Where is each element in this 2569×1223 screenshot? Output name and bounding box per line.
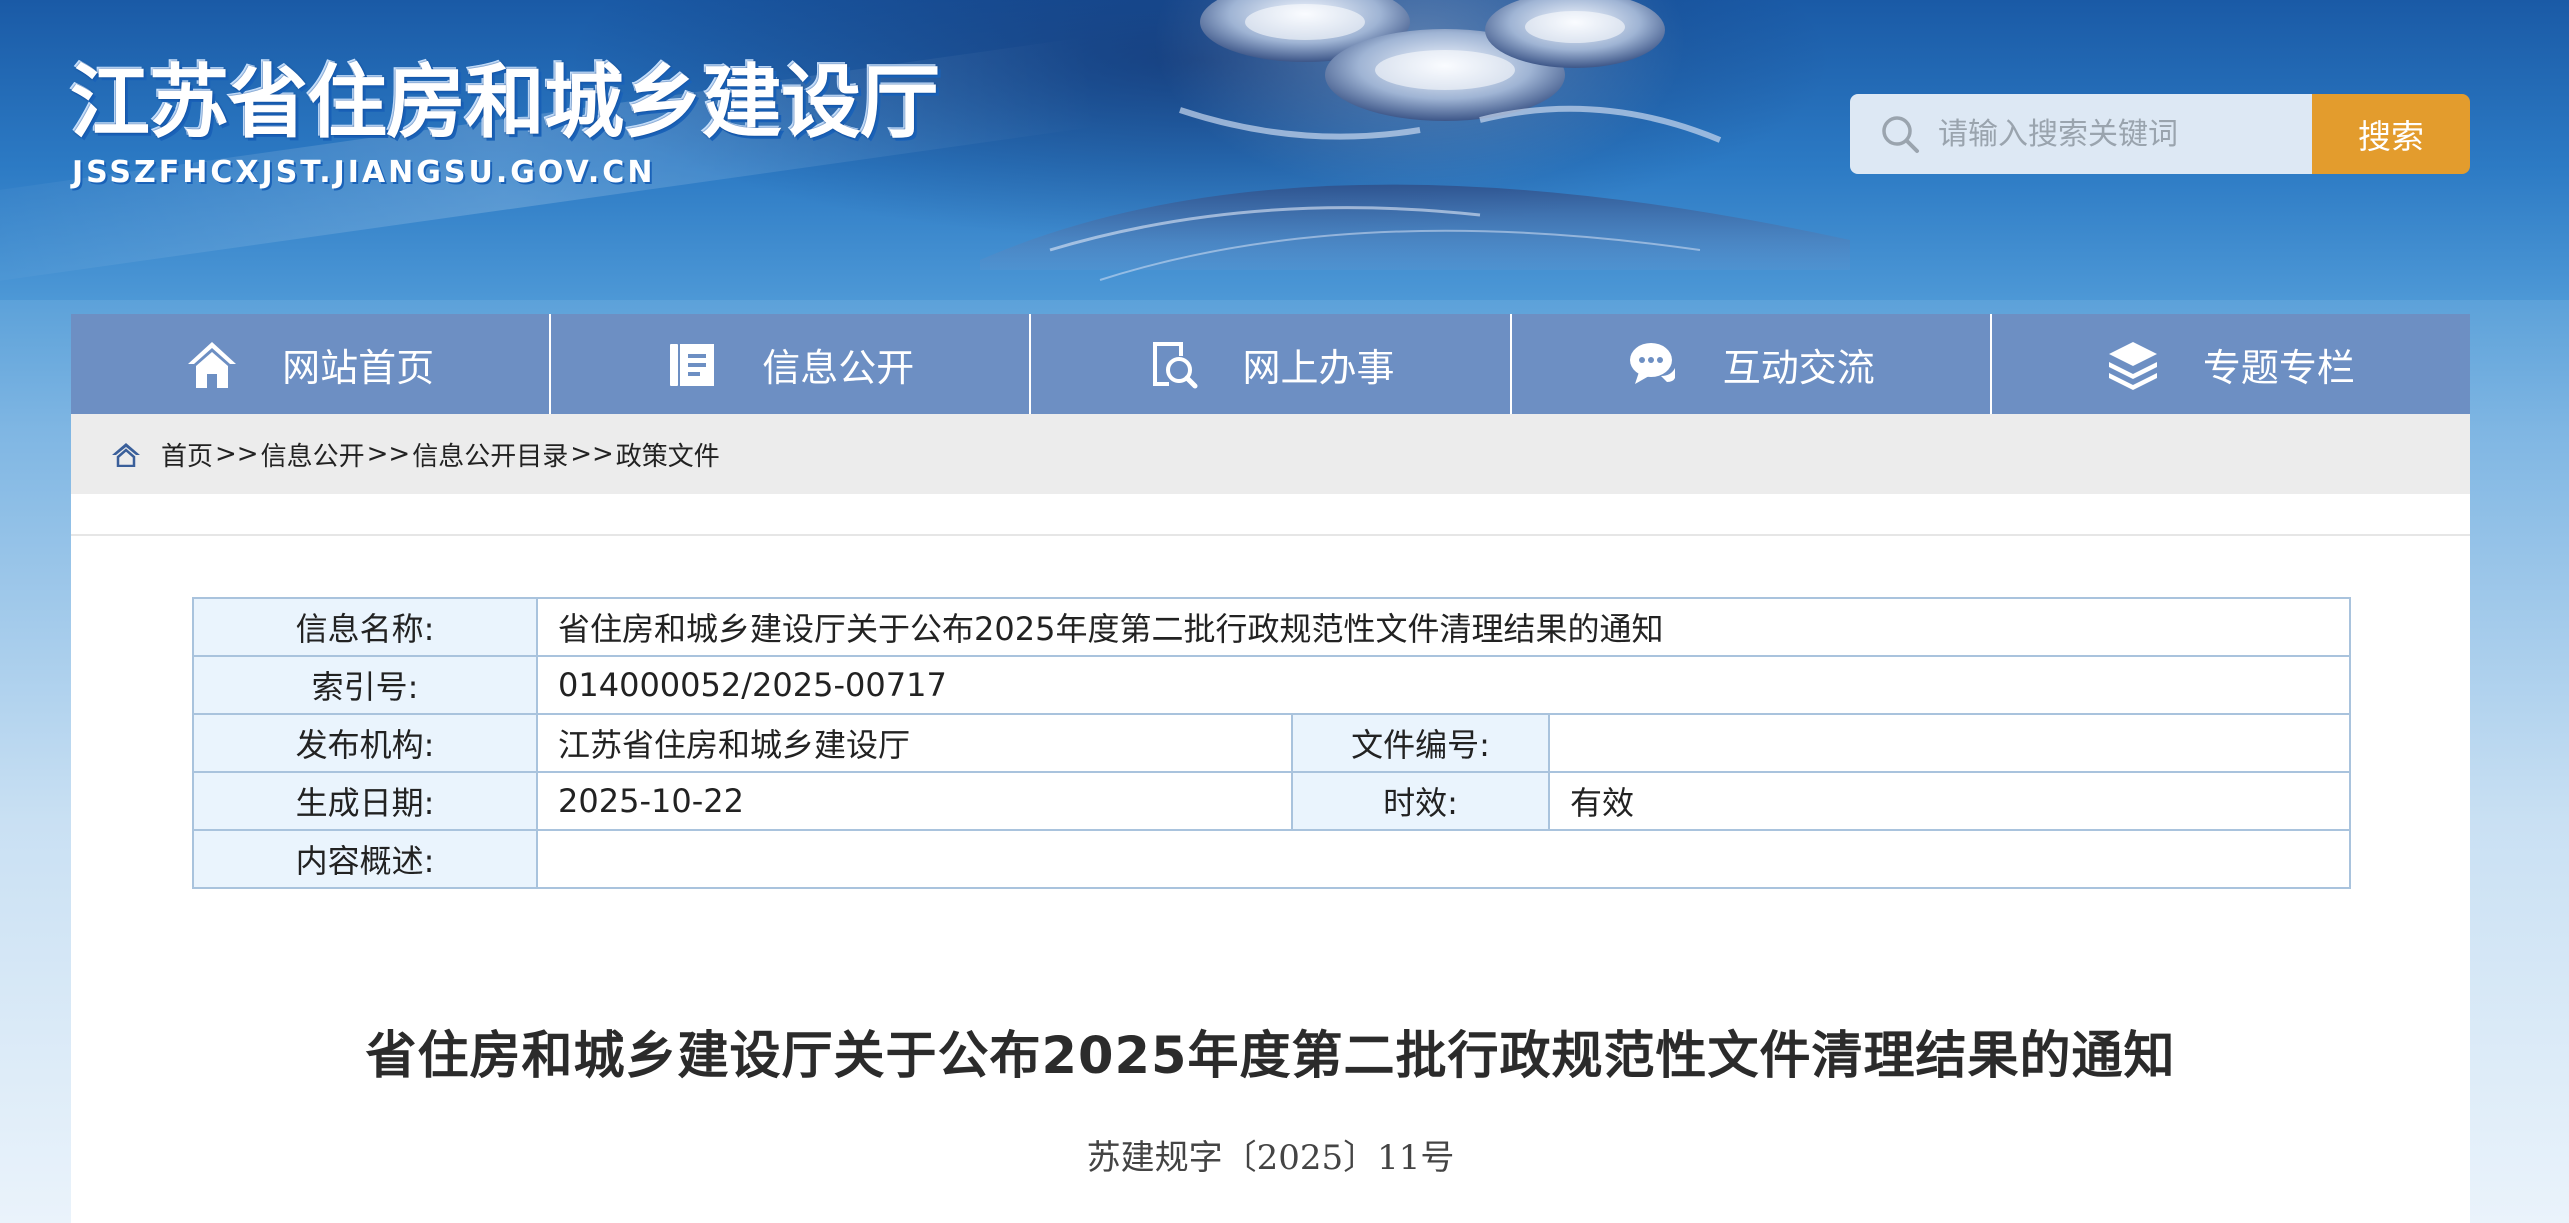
breadcrumb-separator: >>	[366, 439, 411, 469]
header-banner: 江苏省住房和城乡建设厅 JSSZFHCXJST.JIANGSU.GOV.CN 搜…	[0, 0, 2569, 300]
breadcrumb-separator: >>	[215, 439, 259, 469]
breadcrumb-home-icon	[111, 441, 141, 467]
meta-name-label: 信息名称:	[192, 597, 538, 657]
breadcrumb-home[interactable]: 首页	[161, 436, 213, 473]
breadcrumb: 首页 >> 信息公开 >> 信息公开目录 >> 政策文件	[71, 414, 2470, 494]
meta-summary-label: 内容概述:	[192, 829, 538, 889]
article-doc-number: 苏建规字〔2025〕11号	[1086, 1138, 1455, 1178]
meta-publisher-label: 发布机构:	[192, 713, 538, 773]
meta-name-value: 省住房和城乡建设厅关于公布2025年度第二批行政规范性文件清理结果的通知	[536, 597, 2351, 657]
nav-item-home[interactable]: 网站首页	[71, 314, 549, 414]
meta-index-label: 索引号:	[192, 655, 538, 715]
article-title: 省住房和城乡建设厅关于公布2025年度第二批行政规范性文件清理结果的通知	[365, 1027, 2176, 1086]
table-row: 生成日期: 2025-10-22 时效: 有效	[192, 771, 2351, 831]
home-icon	[186, 338, 238, 390]
search-icon	[1882, 116, 1919, 153]
nav-item-info-disclosure[interactable]: 信息公开	[549, 314, 1029, 414]
meta-validity-label: 时效:	[1291, 771, 1550, 831]
table-row: 索引号: 014000052/2025-00717	[192, 655, 2351, 715]
main-nav: 网站首页 信息公开 网上办事 互动交流 专题专栏	[71, 314, 2470, 414]
layers-icon	[2107, 338, 2159, 390]
meta-file-no-label: 文件编号:	[1291, 713, 1550, 773]
breadcrumb-info-catalog[interactable]: 信息公开目录	[412, 436, 568, 473]
meta-summary-value	[536, 829, 2351, 889]
content-panel: 信息名称: 省住房和城乡建设厅关于公布2025年度第二批行政规范性文件清理结果的…	[71, 494, 2470, 1223]
meta-index-value: 014000052/2025-00717	[536, 655, 2351, 715]
nav-item-label: 信息公开	[762, 345, 915, 390]
meta-date-value: 2025-10-22	[536, 771, 1293, 831]
search-button[interactable]: 搜索	[2312, 94, 2470, 174]
site-domain: JSSZFHCXJST.JIANGSU.GOV.CN	[72, 155, 656, 190]
meta-validity-value: 有效	[1548, 771, 2351, 831]
panel-divider	[71, 534, 2470, 536]
search-box[interactable]	[1850, 94, 2312, 174]
chat-icon	[1627, 338, 1679, 390]
nav-item-label: 专题专栏	[2202, 345, 2355, 390]
search-input[interactable]	[1936, 103, 2300, 165]
meta-date-label: 生成日期:	[192, 771, 538, 831]
table-row: 发布机构: 江苏省住房和城乡建设厅 文件编号:	[192, 713, 2351, 773]
search-document-icon	[1147, 338, 1199, 390]
nav-item-label: 互动交流	[1722, 345, 1875, 390]
document-icon	[666, 338, 718, 390]
nav-item-interaction[interactable]: 互动交流	[1509, 314, 1990, 414]
nav-item-special-topics[interactable]: 专题专栏	[1989, 314, 2470, 414]
meta-publisher-value: 江苏省住房和城乡建设厅	[536, 713, 1293, 773]
breadcrumb-separator: >>	[570, 439, 614, 469]
search-bar: 搜索	[1850, 94, 2470, 174]
nav-item-online-services[interactable]: 网上办事	[1029, 314, 1509, 414]
meta-file-no-value	[1548, 713, 2351, 773]
table-row: 信息名称: 省住房和城乡建设厅关于公布2025年度第二批行政规范性文件清理结果的…	[192, 597, 2351, 657]
table-row: 内容概述:	[192, 829, 2351, 889]
document-meta-table: 信息名称: 省住房和城乡建设厅关于公布2025年度第二批行政规范性文件清理结果的…	[192, 597, 2351, 889]
nav-item-label: 网上办事	[1242, 345, 1395, 390]
breadcrumb-policy-documents[interactable]: 政策文件	[616, 436, 720, 473]
site-title[interactable]: 江苏省住房和城乡建设厅	[70, 38, 940, 154]
nav-item-label: 网站首页	[282, 345, 435, 390]
breadcrumb-info-disclosure[interactable]: 信息公开	[261, 436, 365, 473]
